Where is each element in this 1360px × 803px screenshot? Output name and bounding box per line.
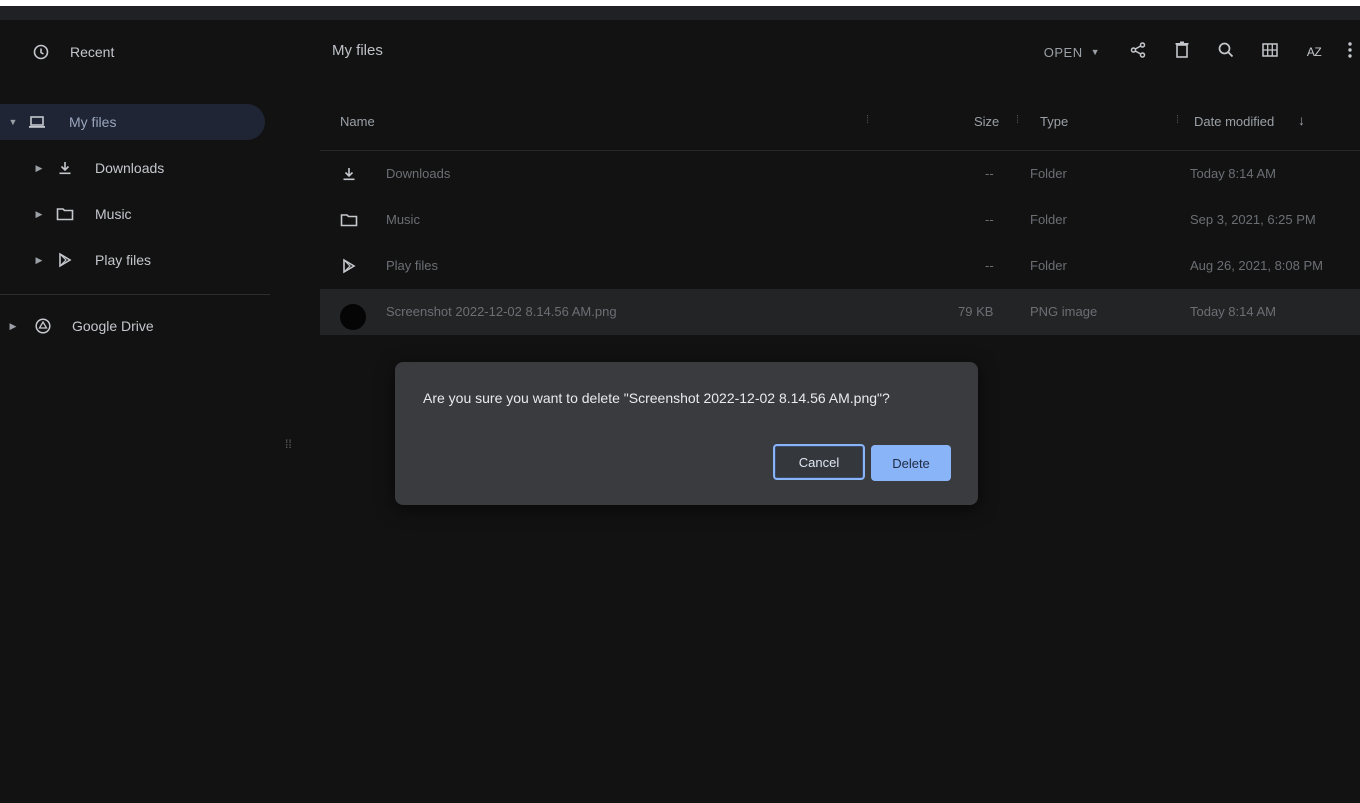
sidebar-resize-handle[interactable]: ⁞⁞ [285, 438, 295, 460]
table-row[interactable]: Downloads -- Folder Today 8:14 AM [320, 151, 1360, 197]
row-size: 79 KB [958, 304, 994, 319]
image-thumbnail [340, 304, 366, 330]
caret-down-icon: ▼ [1090, 47, 1100, 57]
column-resize-grip[interactable]: ⁞ [1176, 114, 1179, 126]
row-type: Folder [1030, 166, 1067, 181]
column-header-type[interactable]: Type [1040, 114, 1068, 129]
search-icon [1217, 41, 1235, 64]
row-date: Today 8:14 AM [1190, 166, 1276, 181]
column-header-date[interactable]: Date modified [1194, 114, 1274, 129]
play-icon [340, 257, 358, 275]
toolbar-actions: OPEN ▼ AZ [1038, 34, 1360, 70]
laptop-icon [28, 113, 46, 131]
row-type: PNG image [1030, 304, 1098, 319]
sidebar-divider [0, 294, 270, 295]
sidebar-item-label: My files [69, 114, 117, 130]
row-type: Folder [1030, 258, 1067, 273]
more-options-button[interactable] [1340, 34, 1360, 70]
sidebar-item-label: Recent [70, 44, 115, 60]
sidebar-item-label: Music [95, 206, 132, 222]
column-resize-grip[interactable]: ⁞ [1016, 114, 1019, 126]
folder-icon [340, 211, 358, 229]
delete-confirm-dialog: Are you sure you want to delete "Screens… [395, 362, 978, 505]
column-header-name[interactable]: Name [340, 114, 375, 129]
more-vert-icon [1348, 41, 1352, 64]
row-name: Music [386, 212, 420, 227]
sidebar-item-google-drive[interactable]: ▶ Google Drive [8, 308, 154, 344]
row-size: -- [985, 166, 994, 181]
row-size: -- [985, 258, 994, 273]
folder-icon [56, 205, 74, 223]
grid-view-button[interactable] [1252, 34, 1288, 70]
row-name: Screenshot 2022-12-02 8.14.56 AM.png [386, 304, 617, 319]
sidebar-item-downloads[interactable]: ▶ Downloads [34, 150, 165, 186]
open-button[interactable]: OPEN ▼ [1038, 34, 1106, 70]
sidebar: Recent ▼ My files ▶ Downloads ▶ Music ▶ [0, 20, 320, 803]
column-header-size[interactable]: Size [974, 114, 999, 129]
table-row-selected[interactable]: Screenshot 2022-12-02 8.14.56 AM.png 79 … [320, 289, 1360, 335]
sort-button[interactable]: AZ [1296, 34, 1332, 70]
row-date: Today 8:14 AM [1190, 304, 1276, 319]
sidebar-item-my-files[interactable]: ▼ My files [0, 104, 265, 140]
sidebar-item-label: Downloads [95, 160, 165, 176]
row-size: -- [985, 212, 994, 227]
delete-button[interactable]: Delete [871, 445, 951, 481]
sort-az-icon: AZ [1306, 45, 1322, 59]
expand-arrow-icon[interactable]: ▼ [8, 117, 18, 127]
sidebar-item-label: Google Drive [72, 318, 154, 334]
dialog-message: Are you sure you want to delete "Screens… [423, 390, 890, 406]
sidebar-item-recent[interactable]: Recent [32, 34, 114, 70]
drive-icon [34, 317, 52, 335]
row-type: Folder [1030, 212, 1067, 227]
table-header: Name ⁞ Size ⁞ Type ⁞ Date modified ↓ [320, 94, 1360, 151]
trash-icon [1174, 41, 1190, 64]
share-button[interactable] [1120, 34, 1156, 70]
sidebar-item-play-files[interactable]: ▶ Play files [34, 242, 152, 278]
download-icon [340, 165, 358, 183]
delete-toolbar-button[interactable] [1164, 34, 1200, 70]
row-date: Sep 3, 2021, 6:25 PM [1190, 212, 1316, 227]
sidebar-item-label: Play files [95, 252, 152, 268]
sidebar-item-music[interactable]: ▶ Music [34, 196, 132, 232]
sort-arrow-down-icon: ↓ [1298, 112, 1305, 128]
file-table: Name ⁞ Size ⁞ Type ⁞ Date modified ↓ Dow… [320, 94, 1360, 335]
expand-arrow-icon[interactable]: ▶ [34, 209, 44, 220]
toolbar: My files OPEN ▼ AZ [320, 20, 1360, 84]
table-row[interactable]: Play files -- Folder Aug 26, 2021, 8:08 … [320, 243, 1360, 289]
expand-arrow-icon[interactable]: ▶ [8, 321, 18, 332]
expand-arrow-icon[interactable]: ▶ [34, 255, 44, 266]
grid-icon [1261, 41, 1279, 64]
play-icon [56, 251, 74, 269]
share-icon [1129, 41, 1147, 64]
row-name: Downloads [386, 166, 451, 181]
clock-icon [32, 43, 50, 61]
cancel-button[interactable]: Cancel [773, 444, 865, 480]
row-name: Play files [386, 258, 439, 273]
download-icon [56, 159, 74, 177]
expand-arrow-icon[interactable]: ▶ [34, 163, 44, 174]
table-row[interactable]: Music -- Folder Sep 3, 2021, 6:25 PM [320, 197, 1360, 243]
search-button[interactable] [1208, 34, 1244, 70]
breadcrumb[interactable]: My files [332, 42, 383, 59]
row-date: Aug 26, 2021, 8:08 PM [1190, 258, 1323, 273]
column-resize-grip[interactable]: ⁞ [866, 114, 869, 126]
app-top-bar [0, 6, 1360, 20]
open-button-label: OPEN [1043, 44, 1083, 60]
